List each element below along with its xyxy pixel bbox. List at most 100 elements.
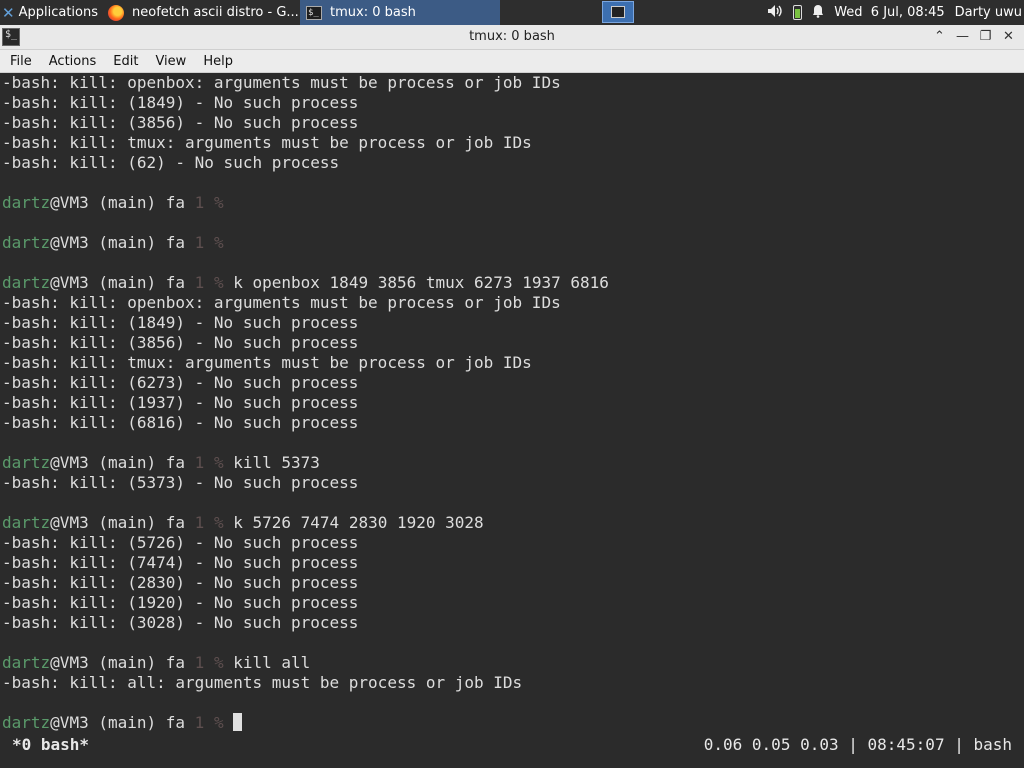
prompt-symbol: % bbox=[204, 233, 234, 252]
menu-file[interactable]: File bbox=[0, 54, 39, 69]
output-line: -bash: kill: (1849) - No such process bbox=[2, 313, 359, 332]
tmux-window-label[interactable]: *0 bash* bbox=[12, 734, 89, 756]
prompt-status: 1 bbox=[194, 273, 205, 292]
prompt-status: 1 bbox=[194, 513, 205, 532]
output-line: -bash: kill: (1920) - No such process bbox=[2, 593, 359, 612]
battery-icon[interactable] bbox=[793, 5, 803, 20]
prompt-host: @VM3 (main) fa bbox=[50, 193, 195, 212]
prompt-user: dartz bbox=[2, 713, 51, 732]
prompt-host: @VM3 (main) fa bbox=[50, 653, 195, 672]
prompt-line: dartz@VM3 (main) fa 1 % bbox=[2, 233, 1024, 253]
output-line: -bash: kill: (1849) - No such process bbox=[2, 93, 359, 112]
xfce-logo-icon: ✕ bbox=[2, 3, 15, 22]
menu-help[interactable]: Help bbox=[193, 54, 240, 69]
close-button[interactable]: ✕ bbox=[997, 27, 1020, 47]
output-line: -bash: kill: (3856) - No such process bbox=[2, 113, 359, 132]
menu-view[interactable]: View bbox=[145, 54, 193, 69]
command-text: kill all bbox=[233, 653, 311, 672]
output-line: -bash: kill: (5373) - No such process bbox=[2, 473, 359, 492]
prompt-user: dartz bbox=[2, 513, 51, 532]
prompt-symbol: % bbox=[204, 653, 234, 672]
output-line: -bash: kill: (3028) - No such process bbox=[2, 613, 359, 632]
tmux-status-right: 0.06 0.05 0.03 | 08:45:07 | bash bbox=[703, 735, 1012, 754]
workspace-switcher[interactable] bbox=[602, 1, 634, 23]
output-line: -bash: kill: openbox: arguments must be … bbox=[2, 73, 561, 92]
command-text: kill 5373 bbox=[233, 453, 320, 472]
terminal-icon: $_ bbox=[306, 5, 322, 20]
system-tray: Wed 6 Jul, 08:45 Darty uwu bbox=[767, 0, 1024, 25]
prompt-host: @VM3 (main) fa bbox=[50, 233, 195, 252]
prompt-user: dartz bbox=[2, 453, 51, 472]
workspace-thumbnail-icon bbox=[611, 6, 625, 18]
firefox-icon bbox=[108, 4, 124, 21]
output-line: -bash: kill: (62) - No such process bbox=[2, 153, 340, 172]
prompt-status: 1 bbox=[194, 193, 205, 212]
prompt-line: dartz@VM3 (main) fa 1 % k 5726 7474 2830… bbox=[2, 513, 1024, 533]
command-text: k openbox 1849 3856 tmux 6273 1937 6816 bbox=[233, 273, 609, 292]
terminal-output[interactable]: -bash: kill: openbox: arguments must be … bbox=[0, 73, 1024, 734]
prompt-symbol: % bbox=[204, 273, 234, 292]
prompt-symbol: % bbox=[204, 193, 234, 212]
menu-edit[interactable]: Edit bbox=[103, 54, 145, 69]
prompt-status: 1 bbox=[194, 233, 205, 252]
applications-label: Applications bbox=[18, 5, 98, 20]
prompt-host: @VM3 (main) fa bbox=[50, 453, 195, 472]
command-text: k 5726 7474 2830 1920 3028 bbox=[233, 513, 484, 532]
notification-bell-icon[interactable] bbox=[812, 4, 824, 22]
prompt-status: 1 bbox=[194, 713, 205, 732]
output-line: -bash: kill: (5726) - No such process bbox=[2, 533, 359, 552]
maximize-button[interactable]: ❐ bbox=[974, 27, 997, 47]
prompt-status: 1 bbox=[194, 453, 205, 472]
prompt-line: dartz@VM3 (main) fa 1 % bbox=[2, 193, 1024, 213]
shade-button[interactable]: ⌃ bbox=[928, 27, 951, 47]
prompt-symbol: % bbox=[204, 513, 234, 532]
output-line: -bash: kill: (6816) - No such process bbox=[2, 413, 359, 432]
menu-actions[interactable]: Actions bbox=[39, 54, 104, 69]
clock[interactable]: Wed 6 Jul, 08:45 bbox=[834, 5, 944, 20]
output-line: -bash: kill: (1937) - No such process bbox=[2, 393, 359, 412]
prompt-symbol: % bbox=[204, 453, 234, 472]
prompt-symbol: % bbox=[204, 713, 234, 732]
output-line: -bash: kill: all: arguments must be proc… bbox=[2, 673, 523, 692]
prompt-host: @VM3 (main) fa bbox=[50, 273, 195, 292]
output-line: -bash: kill: (6273) - No such process bbox=[2, 373, 359, 392]
prompt-line: dartz@VM3 (main) fa 1 % k openbox 1849 3… bbox=[2, 273, 1024, 293]
tmux-status-bar: *0 bash* 0.06 0.05 0.03 | 08:45:07 | bas… bbox=[0, 734, 1024, 756]
top-panel: ✕ Applications neofetch ascii distro - G… bbox=[0, 0, 1024, 25]
minimize-button[interactable]: — bbox=[951, 27, 974, 47]
prompt-line: dartz@VM3 (main) fa 1 % kill 5373 bbox=[2, 453, 1024, 473]
menubar: File Actions Edit View Help bbox=[0, 50, 1024, 73]
prompt-host: @VM3 (main) fa bbox=[50, 513, 195, 532]
prompt-line: dartz@VM3 (main) fa 1 % kill all bbox=[2, 653, 1024, 673]
taskbar-item-firefox[interactable]: neofetch ascii distro - G... bbox=[102, 0, 300, 25]
applications-menu-button[interactable]: ✕ Applications bbox=[0, 0, 102, 25]
prompt-status: 1 bbox=[194, 653, 205, 672]
taskbar-item-terminal[interactable]: $_ tmux: 0 bash bbox=[300, 0, 500, 25]
volume-icon[interactable] bbox=[767, 4, 783, 22]
output-line: -bash: kill: (7474) - No such process bbox=[2, 553, 359, 572]
text-cursor[interactable] bbox=[233, 713, 243, 731]
window-titlebar[interactable]: $_ tmux: 0 bash ⌃ — ❐ ✕ bbox=[0, 25, 1024, 50]
output-line: -bash: kill: tmux: arguments must be pro… bbox=[2, 353, 532, 372]
output-line: -bash: kill: (2830) - No such process bbox=[2, 573, 359, 592]
prompt-user: dartz bbox=[2, 193, 51, 212]
window-title: tmux: 0 bash bbox=[469, 29, 555, 44]
user-menu[interactable]: Darty uwu bbox=[955, 5, 1022, 20]
prompt-user: dartz bbox=[2, 653, 51, 672]
bottom-edge bbox=[0, 756, 1024, 768]
output-line: -bash: kill: (3856) - No such process bbox=[2, 333, 359, 352]
prompt-line: dartz@VM3 (main) fa 1 % bbox=[2, 713, 1024, 733]
output-line: -bash: kill: openbox: arguments must be … bbox=[2, 293, 561, 312]
output-line: -bash: kill: tmux: arguments must be pro… bbox=[2, 133, 532, 152]
prompt-host: @VM3 (main) fa bbox=[50, 713, 195, 732]
taskbar-item-label: tmux: 0 bash bbox=[330, 5, 416, 20]
prompt-user: dartz bbox=[2, 233, 51, 252]
prompt-user: dartz bbox=[2, 273, 51, 292]
